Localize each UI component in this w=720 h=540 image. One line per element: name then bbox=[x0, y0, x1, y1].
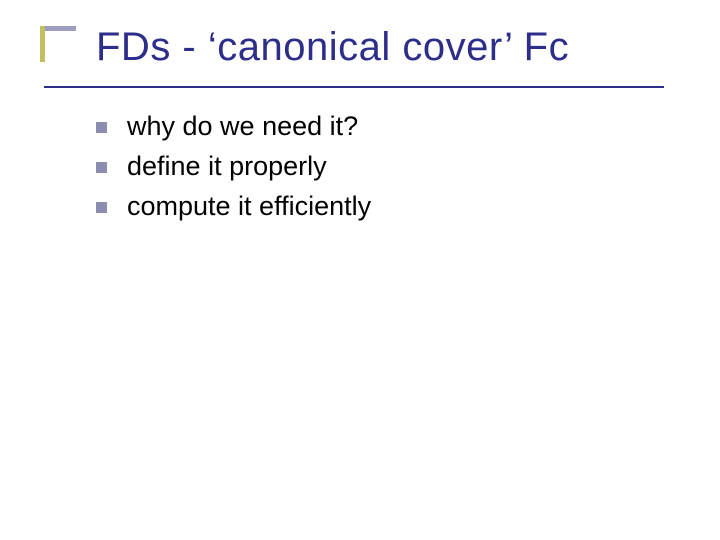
corner-accent bbox=[40, 26, 76, 62]
slide-title: FDs - ‘canonical cover’ Fc bbox=[96, 24, 696, 70]
slide-body: why do we need it? define it properly co… bbox=[96, 110, 680, 229]
square-bullet-icon bbox=[96, 162, 107, 173]
bullet-text: why do we need it? bbox=[127, 110, 358, 144]
square-bullet-icon bbox=[96, 202, 107, 213]
list-item: why do we need it? bbox=[96, 110, 680, 144]
bullet-text: compute it efficiently bbox=[127, 190, 371, 224]
bullet-text: define it properly bbox=[127, 150, 327, 184]
accent-vertical bbox=[40, 26, 45, 62]
list-item: compute it efficiently bbox=[96, 190, 680, 224]
square-bullet-icon bbox=[96, 122, 107, 133]
accent-horizontal bbox=[40, 26, 76, 31]
slide: FDs - ‘canonical cover’ Fc why do we nee… bbox=[0, 0, 720, 540]
list-item: define it properly bbox=[96, 150, 680, 184]
title-underline bbox=[44, 86, 664, 88]
